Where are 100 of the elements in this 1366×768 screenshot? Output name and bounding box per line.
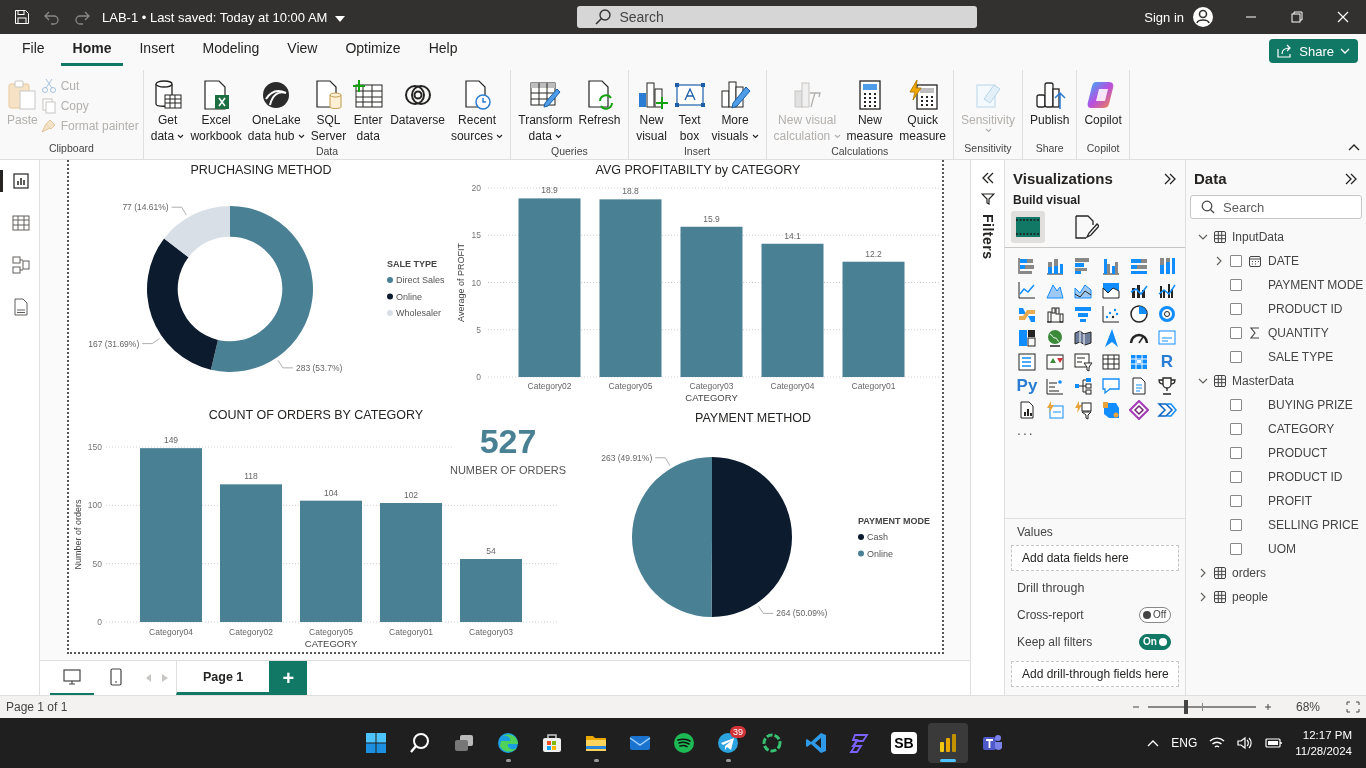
field-name[interactable]: PRODUCT: [1268, 446, 1328, 460]
ribbon-button[interactable]: Excel workbook: [187, 76, 245, 144]
data-label: 18.9: [541, 185, 558, 196]
data-label: 283 (53.7%): [296, 362, 343, 373]
chart-title: PAYMENT METHOD: [695, 411, 811, 425]
page-tab[interactable]: Page 1: [176, 661, 270, 695]
chart-title: COUNT OF ORDERS BY CATEGORY: [208, 408, 424, 422]
axis-title: Average of PROFIT: [456, 243, 466, 322]
menu-tab[interactable]: View: [275, 40, 330, 66]
field-name[interactable]: SALE TYPE: [1268, 350, 1334, 364]
filters-pane-label[interactable]: Filters: [979, 214, 996, 260]
data-label: 263 (49.91%): [601, 452, 653, 463]
share-button[interactable]: Share: [1269, 39, 1358, 63]
taskbar-app[interactable]: SB: [884, 723, 924, 763]
ribbon-button[interactable]: More visuals: [708, 76, 762, 144]
table-name[interactable]: InputData: [1232, 230, 1285, 244]
zoom-level: 68%: [1294, 700, 1320, 714]
axis-tick-label: 0: [476, 372, 481, 382]
toggle-switch[interactable]: On: [1139, 633, 1171, 650]
group-label: Sensitivity: [963, 141, 1013, 156]
ribbon-button[interactable]: Get data: [147, 76, 188, 144]
field-name[interactable]: CATEGORY: [1268, 422, 1335, 436]
clock-date[interactable]: 11/28/2024: [1295, 743, 1352, 759]
ribbon-button[interactable]: New visual: [632, 76, 671, 144]
drop-zone[interactable]: Add data fields here: [1011, 545, 1179, 571]
toggle-switch[interactable]: Off: [1139, 606, 1171, 623]
table-name[interactable]: people: [1232, 590, 1269, 604]
field-name[interactable]: PRODUCT ID: [1268, 302, 1343, 316]
more-visuals-link[interactable]: ...: [1005, 422, 1185, 438]
category-label: Category04: [149, 627, 193, 637]
category-label: Category01: [851, 381, 896, 391]
menu-tab[interactable]: Insert: [127, 40, 187, 66]
legend-title: PAYMENT MODE: [858, 516, 930, 526]
language-indicator[interactable]: ENG: [1171, 736, 1198, 750]
notification-badge: 39: [730, 726, 746, 738]
table-name[interactable]: orders: [1232, 566, 1266, 580]
category-label: Category02: [229, 627, 273, 637]
axis-tick-label: 20: [471, 183, 481, 193]
axis-tick-label: 0: [97, 617, 102, 627]
ribbon-button[interactable]: OneLake data hub: [244, 76, 308, 144]
axis-title: Number of orders: [73, 499, 83, 570]
legend-label: Online: [867, 548, 893, 559]
data-label: 77 (14.61%): [122, 202, 169, 213]
ribbon-button[interactable]: Dataverse: [387, 76, 448, 128]
card-label: NUMBER OF ORDERS: [449, 464, 567, 476]
chart-title: AVG PROFITABILTY by CATEGORY: [595, 163, 801, 177]
field-name[interactable]: PAYMENT MODE: [1268, 278, 1364, 292]
ribbon-button[interactable]: Publish: [1027, 76, 1073, 128]
ribbon-button[interactable]: Copilot: [1081, 76, 1125, 128]
table-name[interactable]: MasterData: [1232, 374, 1295, 388]
data-label: 102: [403, 490, 419, 500]
legend-title: SALE TYPE: [387, 259, 437, 269]
field-name[interactable]: UOM: [1268, 542, 1296, 556]
ribbon-button[interactable]: SQL Server: [307, 76, 350, 144]
script-visual-button[interactable]: R: [1153, 350, 1181, 374]
search-field[interactable]: Search: [1190, 195, 1362, 219]
ribbon-button[interactable]: Transform data: [515, 76, 576, 144]
ribbon-button[interactable]: New measure: [843, 76, 897, 144]
menu-tab[interactable]: Help: [416, 40, 470, 66]
field-name[interactable]: PRODUCT ID: [1268, 470, 1343, 484]
taskbar-app[interactable]: 39: [708, 723, 748, 763]
menu-tab[interactable]: File: [10, 40, 57, 66]
search-field[interactable]: Search: [577, 6, 978, 28]
category-label: Category03: [689, 381, 734, 391]
axis-tick-label: 10: [471, 277, 481, 288]
clock-time[interactable]: 12:17 PM: [1302, 727, 1352, 743]
field-name[interactable]: PROFIT: [1268, 494, 1312, 508]
data-label: 149: [163, 435, 179, 446]
legend-label: Wholesaler: [396, 308, 442, 318]
group-label: Clipboard: [47, 141, 95, 156]
data-label: 54: [486, 546, 496, 556]
ribbon-button[interactable]: Text box: [670, 76, 709, 144]
ribbon-button[interactable]: Quick measure: [896, 76, 949, 144]
ribbon-button[interactable]: Refresh: [575, 76, 624, 128]
data-label: 104: [323, 487, 339, 498]
data-label: 118: [244, 471, 258, 482]
field-name[interactable]: QUANTITY: [1268, 326, 1329, 340]
document-title: LAB-1 • Last saved: Today at 10:00 AM: [102, 9, 328, 25]
pane-title: Visualizations: [1013, 170, 1113, 187]
data-label: 264 (50.09%): [776, 608, 828, 619]
field-name[interactable]: DATE: [1268, 254, 1300, 268]
axis-tick-label: 150: [87, 442, 102, 452]
category-label: Category02: [527, 381, 572, 391]
group-label: Copilot: [1085, 141, 1121, 156]
field-name[interactable]: BUYING PRIZE: [1268, 398, 1353, 412]
legend-label: Online: [396, 291, 422, 302]
ribbon-button[interactable]: Recent sources: [447, 76, 507, 144]
toggle-label: Keep all filters: [1017, 634, 1093, 649]
drop-zone[interactable]: Add drill-through fields here: [1011, 661, 1179, 687]
script-visual-button[interactable]: Py: [1013, 374, 1041, 398]
field-name[interactable]: SELLING PRICE: [1268, 518, 1359, 532]
legend-label: Direct Sales: [396, 275, 445, 285]
card-value: 527: [479, 422, 537, 460]
sign-in-link[interactable]: Sign in: [1144, 9, 1184, 25]
menu-tab[interactable]: Modeling: [190, 40, 272, 66]
menu-tab[interactable]: Optimize: [333, 40, 413, 66]
ribbon-button[interactable]: Enter data: [349, 76, 388, 144]
group-label: Data: [314, 144, 340, 159]
data-label: 18.8: [622, 186, 639, 197]
add-page-button[interactable]: +: [269, 661, 308, 695]
